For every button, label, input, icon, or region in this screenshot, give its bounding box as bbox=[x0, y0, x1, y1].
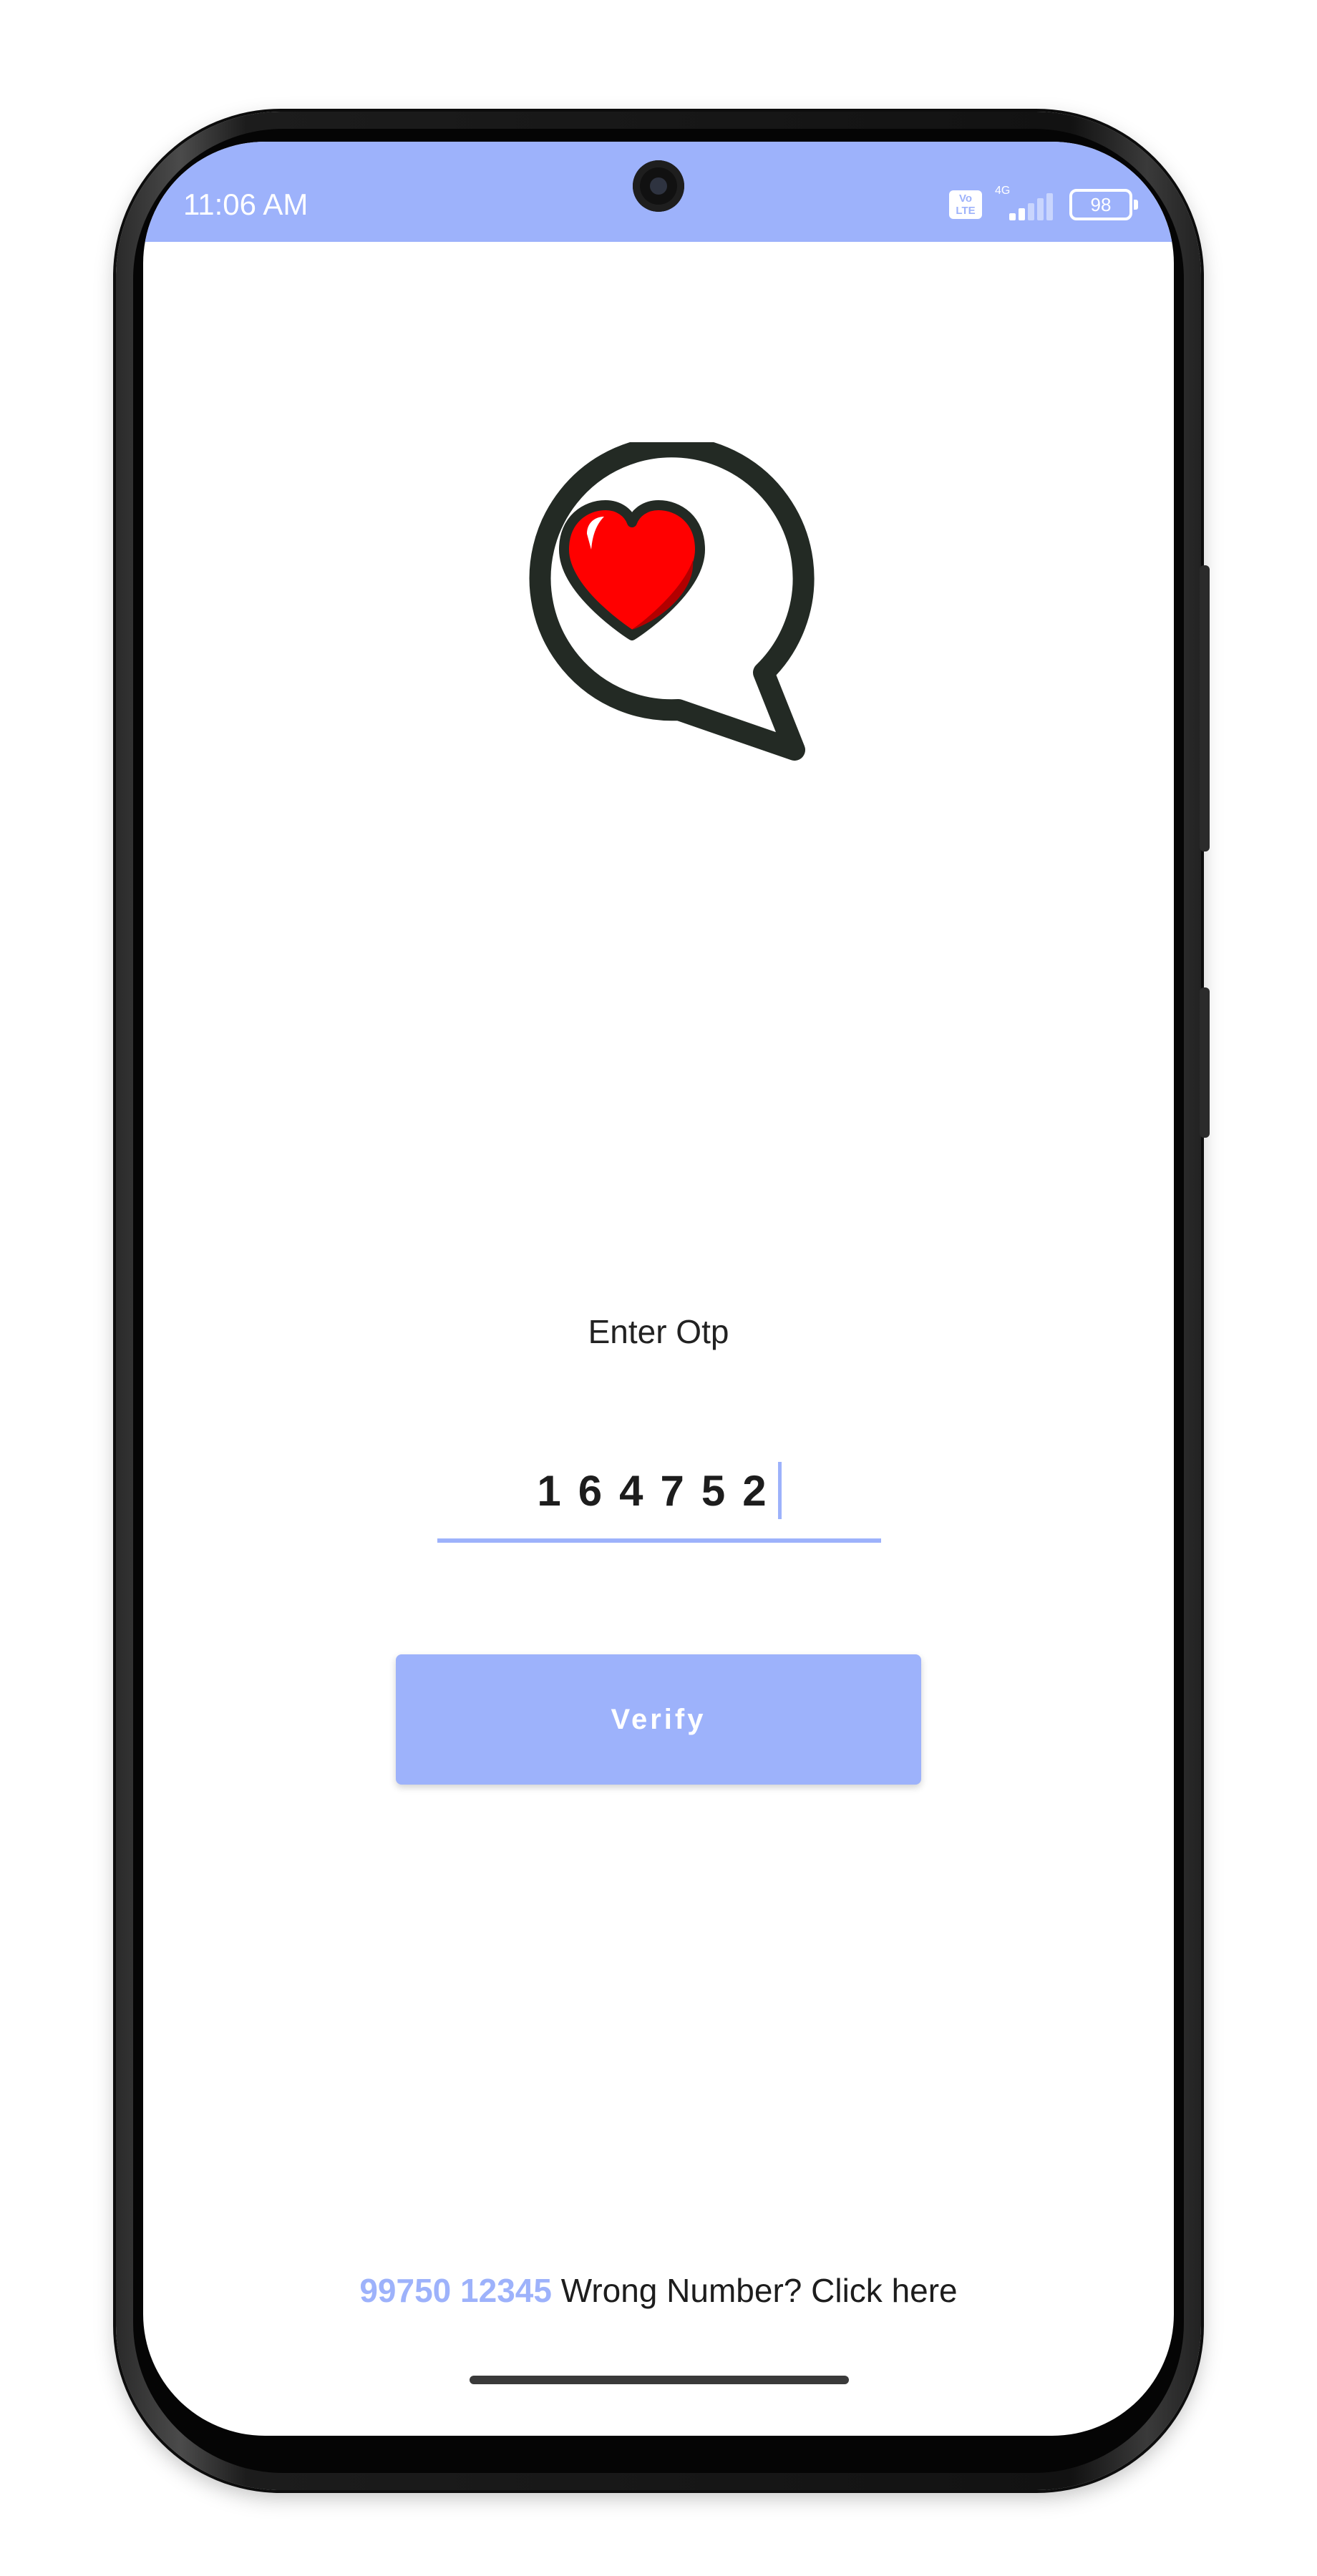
power-button bbox=[1200, 565, 1210, 852]
battery-icon: 98 bbox=[1069, 189, 1138, 220]
signal-bar bbox=[1019, 208, 1025, 220]
volume-button bbox=[1200, 987, 1210, 1138]
otp-digits: 164752 bbox=[537, 1466, 784, 1515]
status-bar: 11:06 AM Vo LTE 4G 98 bbox=[143, 142, 1174, 242]
front-camera bbox=[633, 160, 684, 212]
network-type: 4G bbox=[995, 185, 1011, 197]
verify-button[interactable]: Verify bbox=[396, 1654, 921, 1785]
volte-icon: Vo LTE bbox=[949, 190, 982, 219]
heart-chat-bubble-icon bbox=[529, 442, 815, 761]
signal-icon: 4G bbox=[995, 185, 1056, 220]
signal-bar bbox=[1046, 193, 1053, 220]
otp-input[interactable]: 164752 bbox=[437, 1451, 881, 1543]
heart-shape bbox=[559, 500, 705, 640]
signal-bar bbox=[1009, 213, 1016, 220]
signal-bar bbox=[1028, 203, 1034, 220]
otp-label: Enter Otp bbox=[588, 1313, 729, 1350]
status-time: 11:06 AM bbox=[183, 187, 308, 221]
battery-level: 98 bbox=[1090, 194, 1112, 215]
otp-underline bbox=[437, 1538, 881, 1543]
signal-bar bbox=[1037, 198, 1044, 220]
home-indicator[interactable] bbox=[470, 2376, 849, 2384]
wrong-number-link[interactable]: Wrong Number? Click here bbox=[561, 2272, 958, 2309]
otp-input-value[interactable]: 164752 bbox=[437, 1451, 881, 1530]
text-cursor bbox=[777, 1462, 782, 1519]
status-icons: Vo LTE 4G 98 bbox=[949, 185, 1138, 220]
phone-number: 99750 12345 bbox=[359, 2272, 552, 2309]
wrong-number-footer[interactable]: 99750 12345 Wrong Number? Click here bbox=[143, 2271, 1174, 2310]
volte-label-top: Vo bbox=[958, 192, 973, 205]
app-screen: 11:06 AM Vo LTE 4G 98 Enter Otp 164752 V… bbox=[143, 142, 1174, 2436]
volte-label-bottom: LTE bbox=[956, 205, 976, 217]
